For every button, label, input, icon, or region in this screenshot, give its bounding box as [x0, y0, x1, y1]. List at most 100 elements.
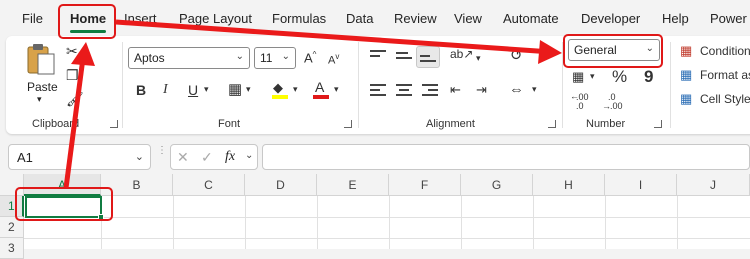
grow-font-icon[interactable]: A^	[304, 51, 316, 65]
conditional-formatting-button[interactable]: ▦ Condition	[680, 44, 750, 62]
conditional-formatting-icon: ▦	[680, 43, 693, 58]
column-header[interactable]: I	[605, 174, 677, 196]
grid-line	[24, 217, 750, 218]
chevron-down-icon: ▾	[37, 94, 42, 104]
bold-button[interactable]: B	[136, 83, 146, 97]
cancel-icon[interactable]: ✕	[177, 149, 189, 166]
column-header[interactable]: C	[173, 174, 245, 196]
chevron-down-icon: ⌄	[235, 51, 244, 62]
check-icon[interactable]: ✓	[201, 149, 213, 166]
tab-automate[interactable]: Automate	[503, 11, 559, 26]
grid-line	[317, 196, 318, 249]
copy-icon[interactable]: ❐	[66, 68, 79, 82]
group-divider	[358, 42, 359, 128]
percent-style-button[interactable]: %	[612, 68, 627, 85]
borders-icon[interactable]: ▦	[228, 82, 242, 97]
name-box-value: A1	[17, 150, 33, 165]
column-header[interactable]: F	[389, 174, 461, 196]
middle-align-icon[interactable]	[396, 52, 412, 64]
format-painter-icon[interactable]: 🖌	[66, 92, 84, 106]
insert-function-button[interactable]: fx	[225, 149, 235, 165]
tab-view[interactable]: View	[454, 11, 482, 26]
clipboard-group-label: Clipboard	[32, 118, 80, 130]
chevron-down-icon[interactable]: ▾	[204, 85, 209, 94]
font-color-button[interactable]: A	[312, 80, 330, 100]
tab-review[interactable]: Review	[394, 11, 437, 26]
font-color-swatch	[313, 95, 329, 99]
top-align-icon[interactable]	[370, 50, 386, 62]
align-right-icon[interactable]	[422, 84, 438, 96]
tab-power[interactable]: Power	[710, 11, 747, 26]
number-launcher-icon[interactable]	[654, 120, 662, 128]
formula-input[interactable]	[262, 144, 750, 170]
group-divider	[670, 42, 671, 128]
align-center-icon[interactable]	[396, 84, 412, 96]
bottom-align-button[interactable]	[416, 46, 440, 68]
callout-box-cell-a1	[15, 187, 113, 221]
name-box[interactable]: A1 ⌄	[8, 144, 151, 170]
more-dots-icon: ⋮	[157, 145, 167, 156]
decrease-decimal-button[interactable]: .0 → .00	[602, 92, 626, 112]
column-header[interactable]: D	[245, 174, 317, 196]
formula-bar-area: A1 ⌄ ⋮ ✕ ✓ fx ⌄	[0, 140, 750, 174]
chevron-down-icon[interactable]: ▾	[246, 85, 251, 94]
font-launcher-icon[interactable]	[344, 120, 352, 128]
underline-button[interactable]: U	[188, 83, 198, 97]
chevron-down-icon[interactable]: ▾	[476, 54, 481, 63]
grid-line	[173, 196, 174, 249]
column-header[interactable]: G	[461, 174, 533, 196]
accounting-format-icon[interactable]: ▦	[572, 70, 584, 83]
fill-color-button[interactable]: ◆	[271, 80, 289, 100]
tab-file[interactable]: File	[22, 11, 43, 26]
merge-center-icon[interactable]: ⇔	[509, 82, 524, 97]
chevron-down-icon[interactable]: ▾	[293, 85, 298, 94]
font-color-icon: A	[315, 79, 325, 95]
grid-line	[605, 196, 606, 249]
paste-label: Paste	[27, 80, 58, 94]
font-name-value: Aptos	[134, 51, 165, 65]
chevron-down-icon[interactable]: ⌄	[245, 150, 253, 161]
format-as-table-button[interactable]: ▦ Format as	[680, 68, 750, 86]
column-header[interactable]: E	[317, 174, 389, 196]
formula-actions: ✕ ✓ fx ⌄	[170, 144, 258, 170]
conditional-formatting-label: Condition	[700, 44, 750, 58]
increase-decimal-button[interactable]: ← .00 .0	[570, 92, 594, 112]
column-header[interactable]: J	[677, 174, 750, 196]
font-size-value: 11	[260, 51, 273, 65]
font-name-combo[interactable]: Aptos ⌄	[128, 47, 250, 69]
chevron-down-icon: ⌄	[134, 151, 144, 163]
cell-styles-icon: ▦	[680, 91, 693, 106]
font-group-label: Font	[218, 118, 241, 130]
chevron-down-icon[interactable]: ▾	[532, 85, 537, 94]
wrap-text-icon[interactable]: ↺	[510, 48, 523, 63]
tab-page-layout[interactable]: Page Layout	[179, 11, 252, 26]
alignment-group-label: Alignment	[426, 118, 475, 130]
chevron-down-icon[interactable]: ▾	[590, 72, 595, 81]
callout-box-number-format	[563, 34, 663, 68]
cell-styles-button[interactable]: ▦ Cell Styles	[680, 92, 750, 110]
table-icon: ▦	[680, 67, 693, 82]
grid-line	[677, 196, 678, 249]
align-left-icon[interactable]	[370, 84, 386, 96]
tab-data[interactable]: Data	[346, 11, 373, 26]
bottom-align-icon	[420, 55, 436, 67]
increase-indent-icon[interactable]: ⇥	[476, 83, 487, 96]
tab-help[interactable]: Help	[662, 11, 689, 26]
decrease-indent-icon[interactable]: ⇤	[450, 83, 461, 96]
clipboard-launcher-icon[interactable]	[110, 120, 118, 128]
tab-developer[interactable]: Developer	[581, 11, 640, 26]
font-size-combo[interactable]: 11 ⌄	[254, 47, 296, 69]
cut-icon[interactable]: ✂	[66, 44, 78, 58]
orientation-icon[interactable]: ab↗	[450, 48, 473, 60]
alignment-launcher-icon[interactable]	[548, 120, 556, 128]
paste-button[interactable]: Paste ▾	[20, 42, 60, 104]
tab-insert[interactable]: Insert	[124, 11, 157, 26]
column-header[interactable]: H	[533, 174, 605, 196]
shrink-font-icon[interactable]: Av	[328, 53, 339, 67]
chevron-down-icon[interactable]: ▾	[334, 85, 339, 94]
cell-styles-label: Cell Styles	[700, 92, 750, 106]
comma-style-button[interactable]: 9	[644, 68, 653, 85]
italic-button[interactable]: I	[163, 83, 168, 97]
tab-formulas[interactable]: Formulas	[272, 11, 326, 26]
clipboard-icon	[27, 44, 55, 75]
